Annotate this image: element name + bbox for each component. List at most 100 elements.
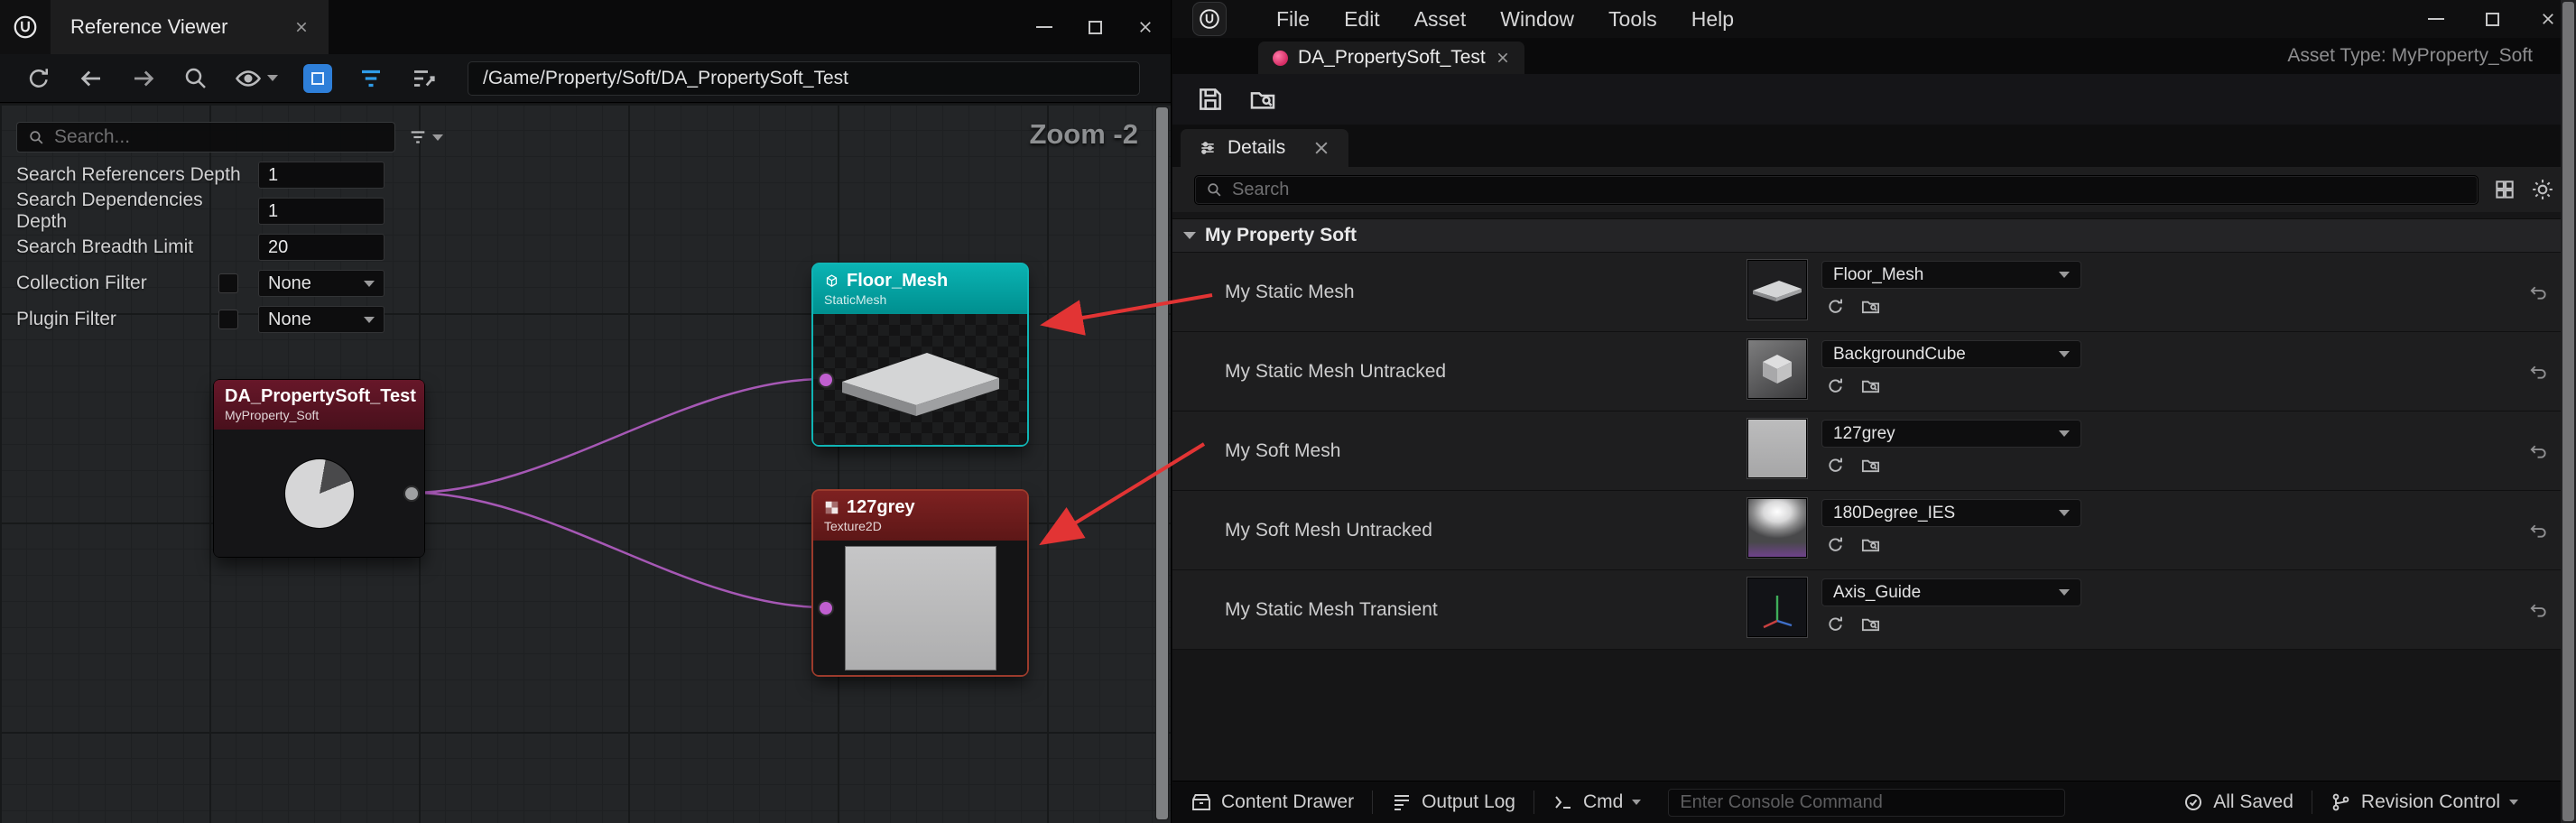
breadcrumb[interactable]: /Game/Property/Soft/DA_PropertySoft_Test bbox=[468, 61, 1140, 96]
input-pin[interactable] bbox=[820, 374, 832, 386]
node-thumbnail bbox=[813, 541, 1027, 675]
asset-thumbnail[interactable] bbox=[1747, 339, 1807, 399]
plugin-filter-checkbox[interactable] bbox=[218, 310, 238, 329]
graph-filter-button[interactable] bbox=[408, 127, 443, 147]
setting-row: Search Breadth Limit bbox=[16, 234, 449, 261]
browse-to-asset-icon[interactable] bbox=[1860, 534, 1881, 555]
search-icon bbox=[28, 129, 45, 146]
grid-icon[interactable] bbox=[2493, 178, 2516, 201]
menu-asset[interactable]: Asset bbox=[1397, 7, 1484, 32]
referencers-depth-input[interactable] bbox=[258, 162, 385, 189]
view-options-button[interactable] bbox=[235, 65, 278, 92]
reference-graph[interactable]: Search Referencers Depth Search Dependen… bbox=[0, 104, 1171, 823]
tab-details[interactable]: Details bbox=[1181, 129, 1348, 167]
graph-node-floor-mesh[interactable]: Floor_Mesh StaticMesh bbox=[813, 264, 1027, 445]
minimize-button[interactable] bbox=[1019, 0, 1070, 54]
reset-to-default-icon[interactable] bbox=[2528, 520, 2549, 541]
reset-to-default-icon[interactable] bbox=[2528, 361, 2549, 382]
chevron-down-icon bbox=[2059, 430, 2070, 437]
use-asset-icon[interactable] bbox=[1825, 534, 1846, 555]
sort-filter-icon[interactable] bbox=[410, 65, 437, 92]
input-pin[interactable] bbox=[820, 602, 832, 615]
back-icon[interactable] bbox=[78, 65, 105, 92]
graph-node-127grey[interactable]: 127grey Texture2D bbox=[813, 491, 1027, 675]
dependencies-depth-input[interactable] bbox=[258, 198, 385, 225]
refresh-icon[interactable] bbox=[25, 65, 52, 92]
browse-to-asset-icon[interactable] bbox=[1860, 455, 1881, 476]
asset-editor-window: File Edit Asset Window Tools Help DA_Pro… bbox=[1172, 0, 2576, 823]
chevron-down-icon bbox=[1183, 232, 1196, 239]
menu-help[interactable]: Help bbox=[1674, 7, 1751, 32]
property-label: My Static Mesh bbox=[1225, 282, 1355, 303]
category-my-property-soft[interactable]: My Property Soft bbox=[1172, 218, 2576, 253]
cmd-button[interactable]: Cmd bbox=[1534, 791, 1659, 813]
details-sliders-icon bbox=[1199, 139, 1217, 157]
cmd-label: Cmd bbox=[1583, 791, 1623, 813]
collection-filter-checkbox[interactable] bbox=[218, 273, 238, 293]
console-command-input[interactable] bbox=[1668, 789, 2065, 817]
asset-dropdown[interactable]: BackgroundCube bbox=[1821, 340, 2081, 368]
graph-node-source[interactable]: DA_PropertySoft_Test MyProperty_Soft bbox=[214, 380, 424, 557]
use-asset-icon[interactable] bbox=[1825, 375, 1846, 396]
use-asset-icon[interactable] bbox=[1825, 296, 1846, 317]
details-search[interactable] bbox=[1194, 175, 2479, 205]
output-log-button[interactable]: Output Log bbox=[1373, 791, 1534, 813]
revision-control-button[interactable]: Revision Control bbox=[2312, 791, 2536, 813]
browse-icon[interactable] bbox=[1248, 85, 1277, 114]
use-asset-icon[interactable] bbox=[1825, 455, 1846, 476]
maximize-button[interactable] bbox=[1070, 0, 1120, 54]
asset-dropdown[interactable]: Floor_Mesh bbox=[1821, 261, 2081, 289]
tab-label: Details bbox=[1228, 137, 1285, 159]
reset-to-default-icon[interactable] bbox=[2528, 599, 2549, 620]
asset-thumbnail[interactable] bbox=[1747, 419, 1807, 478]
close-button[interactable] bbox=[1120, 0, 1171, 54]
use-asset-icon[interactable] bbox=[1825, 614, 1846, 634]
minimize-button[interactable] bbox=[2408, 0, 2464, 38]
zoom-to-fit-icon[interactable] bbox=[182, 65, 209, 92]
graph-vertical-scrollbar[interactable] bbox=[1155, 106, 1169, 820]
graph-search[interactable] bbox=[16, 122, 395, 153]
chevron-down-icon bbox=[2509, 800, 2518, 805]
dropdown-value: None bbox=[268, 273, 357, 294]
output-pin[interactable] bbox=[405, 487, 418, 500]
gear-icon[interactable] bbox=[2531, 178, 2554, 201]
details-vertical-scrollbar[interactable] bbox=[2561, 0, 2576, 823]
asset-dropdown[interactable]: 180Degree_IES bbox=[1821, 499, 2081, 527]
duplicate-view-icon[interactable] bbox=[303, 64, 332, 93]
property-row-my-static-mesh-transient: My Static Mesh Transient Axis_Guide bbox=[1172, 570, 2576, 650]
save-icon[interactable] bbox=[1196, 85, 1225, 114]
graph-search-input[interactable] bbox=[54, 126, 384, 148]
asset-dropdown[interactable]: Axis_Guide bbox=[1821, 578, 2081, 606]
menu-tools[interactable]: Tools bbox=[1591, 7, 1674, 32]
close-icon[interactable] bbox=[294, 20, 309, 34]
content-drawer-button[interactable]: Content Drawer bbox=[1172, 791, 1372, 813]
plugin-filter-dropdown[interactable]: None bbox=[258, 306, 385, 333]
browse-to-asset-icon[interactable] bbox=[1860, 296, 1881, 317]
asset-thumbnail[interactable] bbox=[1747, 260, 1807, 319]
menu-file[interactable]: File bbox=[1259, 7, 1327, 32]
all-saved-indicator[interactable]: All Saved bbox=[2164, 791, 2312, 813]
asset-thumbnail[interactable] bbox=[1747, 498, 1807, 558]
asset-thumbnail[interactable] bbox=[1747, 578, 1807, 637]
reset-to-default-icon[interactable] bbox=[2528, 282, 2549, 302]
collection-filter-dropdown[interactable]: None bbox=[258, 270, 385, 297]
breadth-limit-input[interactable] bbox=[258, 234, 385, 261]
node-subtitle: MyProperty_Soft bbox=[225, 408, 413, 422]
close-icon[interactable] bbox=[1312, 139, 1330, 157]
close-icon[interactable] bbox=[1496, 51, 1510, 65]
browse-to-asset-icon[interactable] bbox=[1860, 375, 1881, 396]
filter-icon[interactable] bbox=[357, 65, 385, 92]
menu-window[interactable]: Window bbox=[1483, 7, 1591, 32]
setting-row: Search Dependencies Depth bbox=[16, 198, 449, 225]
details-search-input[interactable] bbox=[1232, 180, 2467, 200]
tab-reference-viewer[interactable]: Reference Viewer bbox=[51, 0, 329, 54]
unreal-logo[interactable] bbox=[1192, 2, 1227, 36]
menu-edit[interactable]: Edit bbox=[1327, 7, 1397, 32]
browse-to-asset-icon[interactable] bbox=[1860, 614, 1881, 634]
forward-icon[interactable] bbox=[130, 65, 157, 92]
property-label: My Soft Mesh bbox=[1225, 440, 1340, 462]
tab-da-propertysoft-test[interactable]: DA_PropertySoft_Test bbox=[1258, 42, 1524, 74]
maximize-button[interactable] bbox=[2464, 0, 2520, 38]
reset-to-default-icon[interactable] bbox=[2528, 440, 2549, 461]
asset-dropdown[interactable]: 127grey bbox=[1821, 420, 2081, 448]
